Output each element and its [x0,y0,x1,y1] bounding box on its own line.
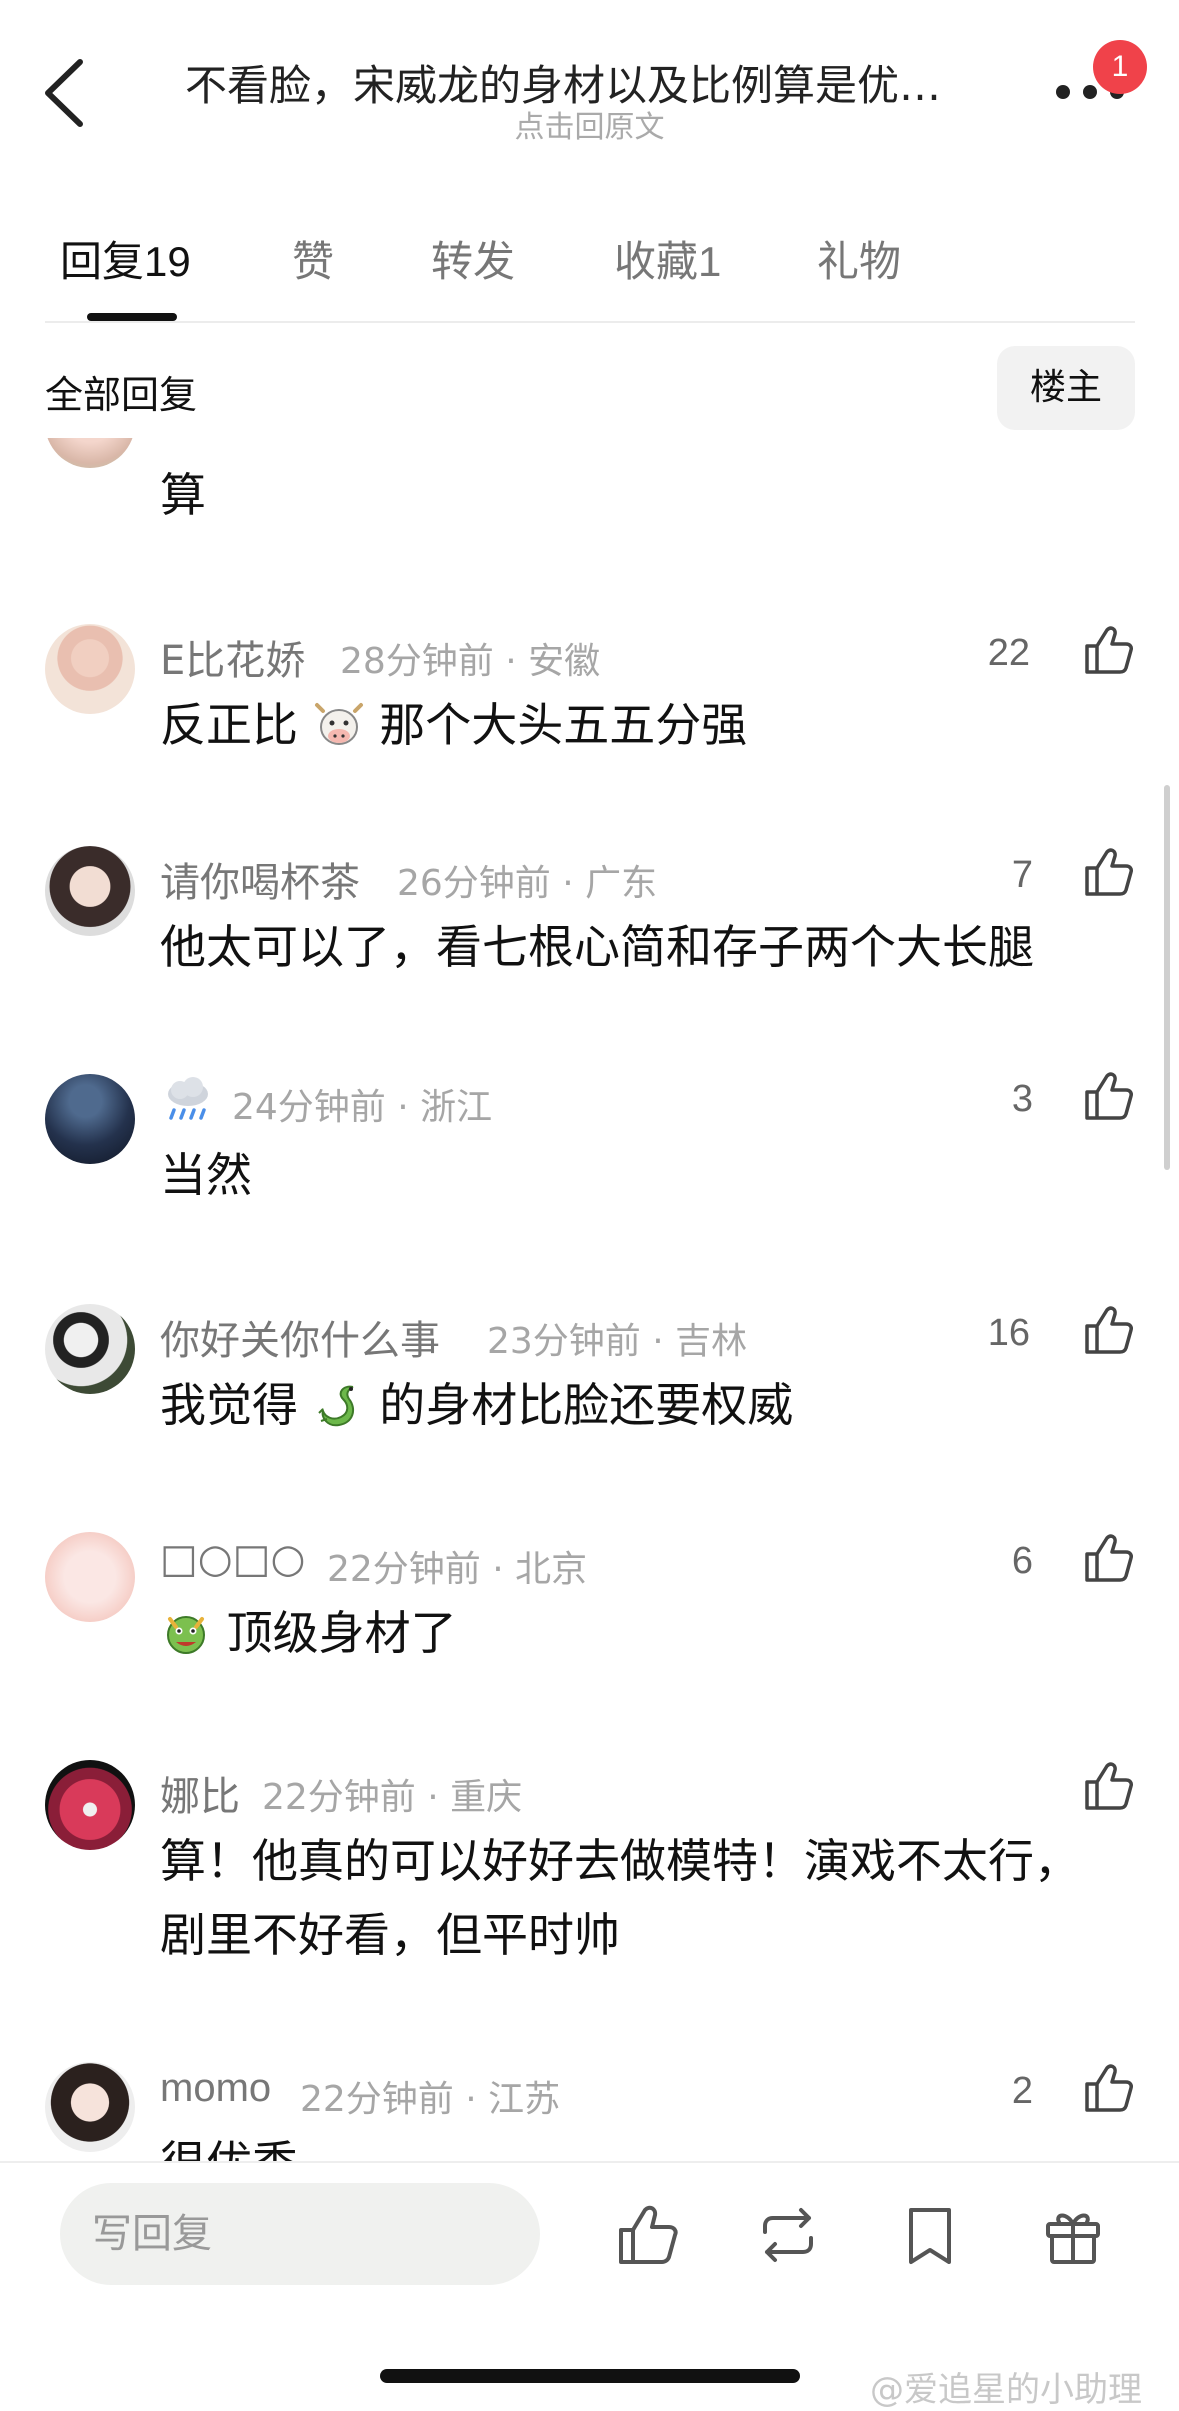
comment-username[interactable]: 请你喝杯茶 [160,850,360,908]
comment-meta: 22分钟前 · 北京 [327,1549,588,1590]
watermark: @爱追星的小助理 [870,2370,1142,2410]
thumbs-up-icon[interactable] [1083,2062,1135,2114]
tab-label: 赞 [292,237,335,286]
active-tab-indicator [87,313,177,321]
tab-gifts[interactable]: 礼物 [817,228,901,289]
gift-icon[interactable] [1040,2202,1106,2268]
comment-text-part: 顶级身材了 [226,1606,457,1660]
like-icon[interactable] [615,2202,681,2268]
tab-likes[interactable]: 赞 [292,228,334,289]
like-count: 22 [987,632,1030,674]
comment-username[interactable]: E比花娇 [160,628,305,686]
tab-label: 礼物 [817,237,902,286]
repost-icon[interactable] [755,2202,821,2268]
divider [0,2161,1179,2163]
cow-face-icon [314,703,363,745]
notification-badge: 1 [1093,40,1147,94]
rain-cloud-icon [168,1077,208,1120]
tab-replies[interactable]: 回复19 [60,228,191,289]
dragon-icon [317,1385,354,1427]
tab-reposts[interactable]: 转发 [431,228,515,289]
comment-meta: 22分钟前 · 江苏 [300,2079,561,2120]
thumbs-up-icon[interactable] [1083,1760,1135,1812]
comment-text-part: 的身材比脸还要权威 [379,1378,794,1432]
comment-meta: 22分钟前 · 重庆 [262,1777,523,1818]
avatar[interactable] [45,624,135,714]
dragon-face-icon [167,1616,205,1654]
like-count: 16 [987,1312,1030,1354]
thumbs-up-icon[interactable] [1083,1532,1135,1584]
tab-favorites[interactable]: 收藏1 [614,228,721,289]
comment-username[interactable]: 你好关你什么事 [160,1308,440,1366]
tab-label: 收藏 [614,237,699,286]
comment-text: 算 [160,468,206,522]
like-count: 6 [1011,1540,1033,1582]
like-count: 7 [1011,854,1033,896]
avatar[interactable] [45,846,135,936]
like-count: 3 [1011,1078,1033,1120]
comment-item [45,2062,135,2152]
tab-label: 转发 [431,237,516,286]
thumbs-up-icon[interactable] [1083,624,1135,676]
comment-text: 剧里不好看，但平时帅 [160,1908,620,1962]
comment-username[interactable]: momo [160,2066,271,2111]
comment-text: 反正比 那个大头五五分强 [160,688,747,762]
comment-text-part: 那个大头五五分强 [379,698,748,752]
thumbs-up-icon[interactable] [1083,1070,1135,1122]
op-only-button[interactable]: 楼主 [997,346,1135,430]
comment-text: 算！他真的可以好好去做模特！演戏不太行， [160,1834,1080,1888]
reply-input[interactable]: 写回复 [60,2183,540,2285]
comment-item [45,846,135,936]
divider [45,321,1135,323]
comment-username[interactable]: 娜比 [160,1764,240,1822]
comment-text: 当然 [160,1148,252,1202]
tab-count: 1 [698,238,722,285]
comment-text: 顶级身材了 [160,1596,457,1670]
avatar[interactable] [45,1304,135,1394]
comment-meta: 28分钟前 · 安徽 [340,641,601,682]
avatar[interactable] [45,1760,135,1850]
tab-label: 回复 [60,237,145,286]
scrollbar[interactable] [1164,785,1170,1170]
comment-text: 我觉得 的身材比脸还要权威 [160,1368,793,1442]
home-indicator [380,2369,800,2383]
comment-text: 他太可以了，看七根心简和存子两个大长腿 [160,920,1034,974]
comment-list[interactable]: 算 E比花娇 28分钟前 · 安徽 22 反正比 那个大头五五分强 请你喝杯茶 … [0,438,1179,2161]
back-to-original-link[interactable]: 点击回原文 [0,102,1179,146]
avatar[interactable] [45,1532,135,1622]
comment-item [45,1304,135,1394]
comment-text-part: 我觉得 [160,1378,298,1432]
comment-item [45,1074,135,1164]
comment-text-part: 反正比 [160,698,298,752]
tab-count: 19 [144,238,191,285]
comment-meta: 24分钟前 · 浙江 [232,1087,493,1128]
comment-item [45,624,135,714]
avatar[interactable] [45,1074,135,1164]
comment-item [45,438,135,468]
like-count: 2 [1011,2070,1033,2112]
avatar[interactable] [45,2062,135,2152]
comment-item [45,1532,135,1622]
bookmark-icon[interactable] [897,2202,963,2268]
comment-text: 很优秀 [160,2126,298,2161]
comment-meta: 23分钟前 · 吉林 [487,1321,748,1362]
comment-meta: 26分钟前 · 广东 [397,863,658,904]
thumbs-up-icon[interactable] [1083,846,1135,898]
comment-item [45,1760,135,1850]
all-replies-label: 全部回复 [45,373,198,417]
thumbs-up-icon[interactable] [1083,1304,1135,1356]
comment-username[interactable]: □○□○ [160,1536,305,1582]
avatar[interactable] [45,438,135,468]
